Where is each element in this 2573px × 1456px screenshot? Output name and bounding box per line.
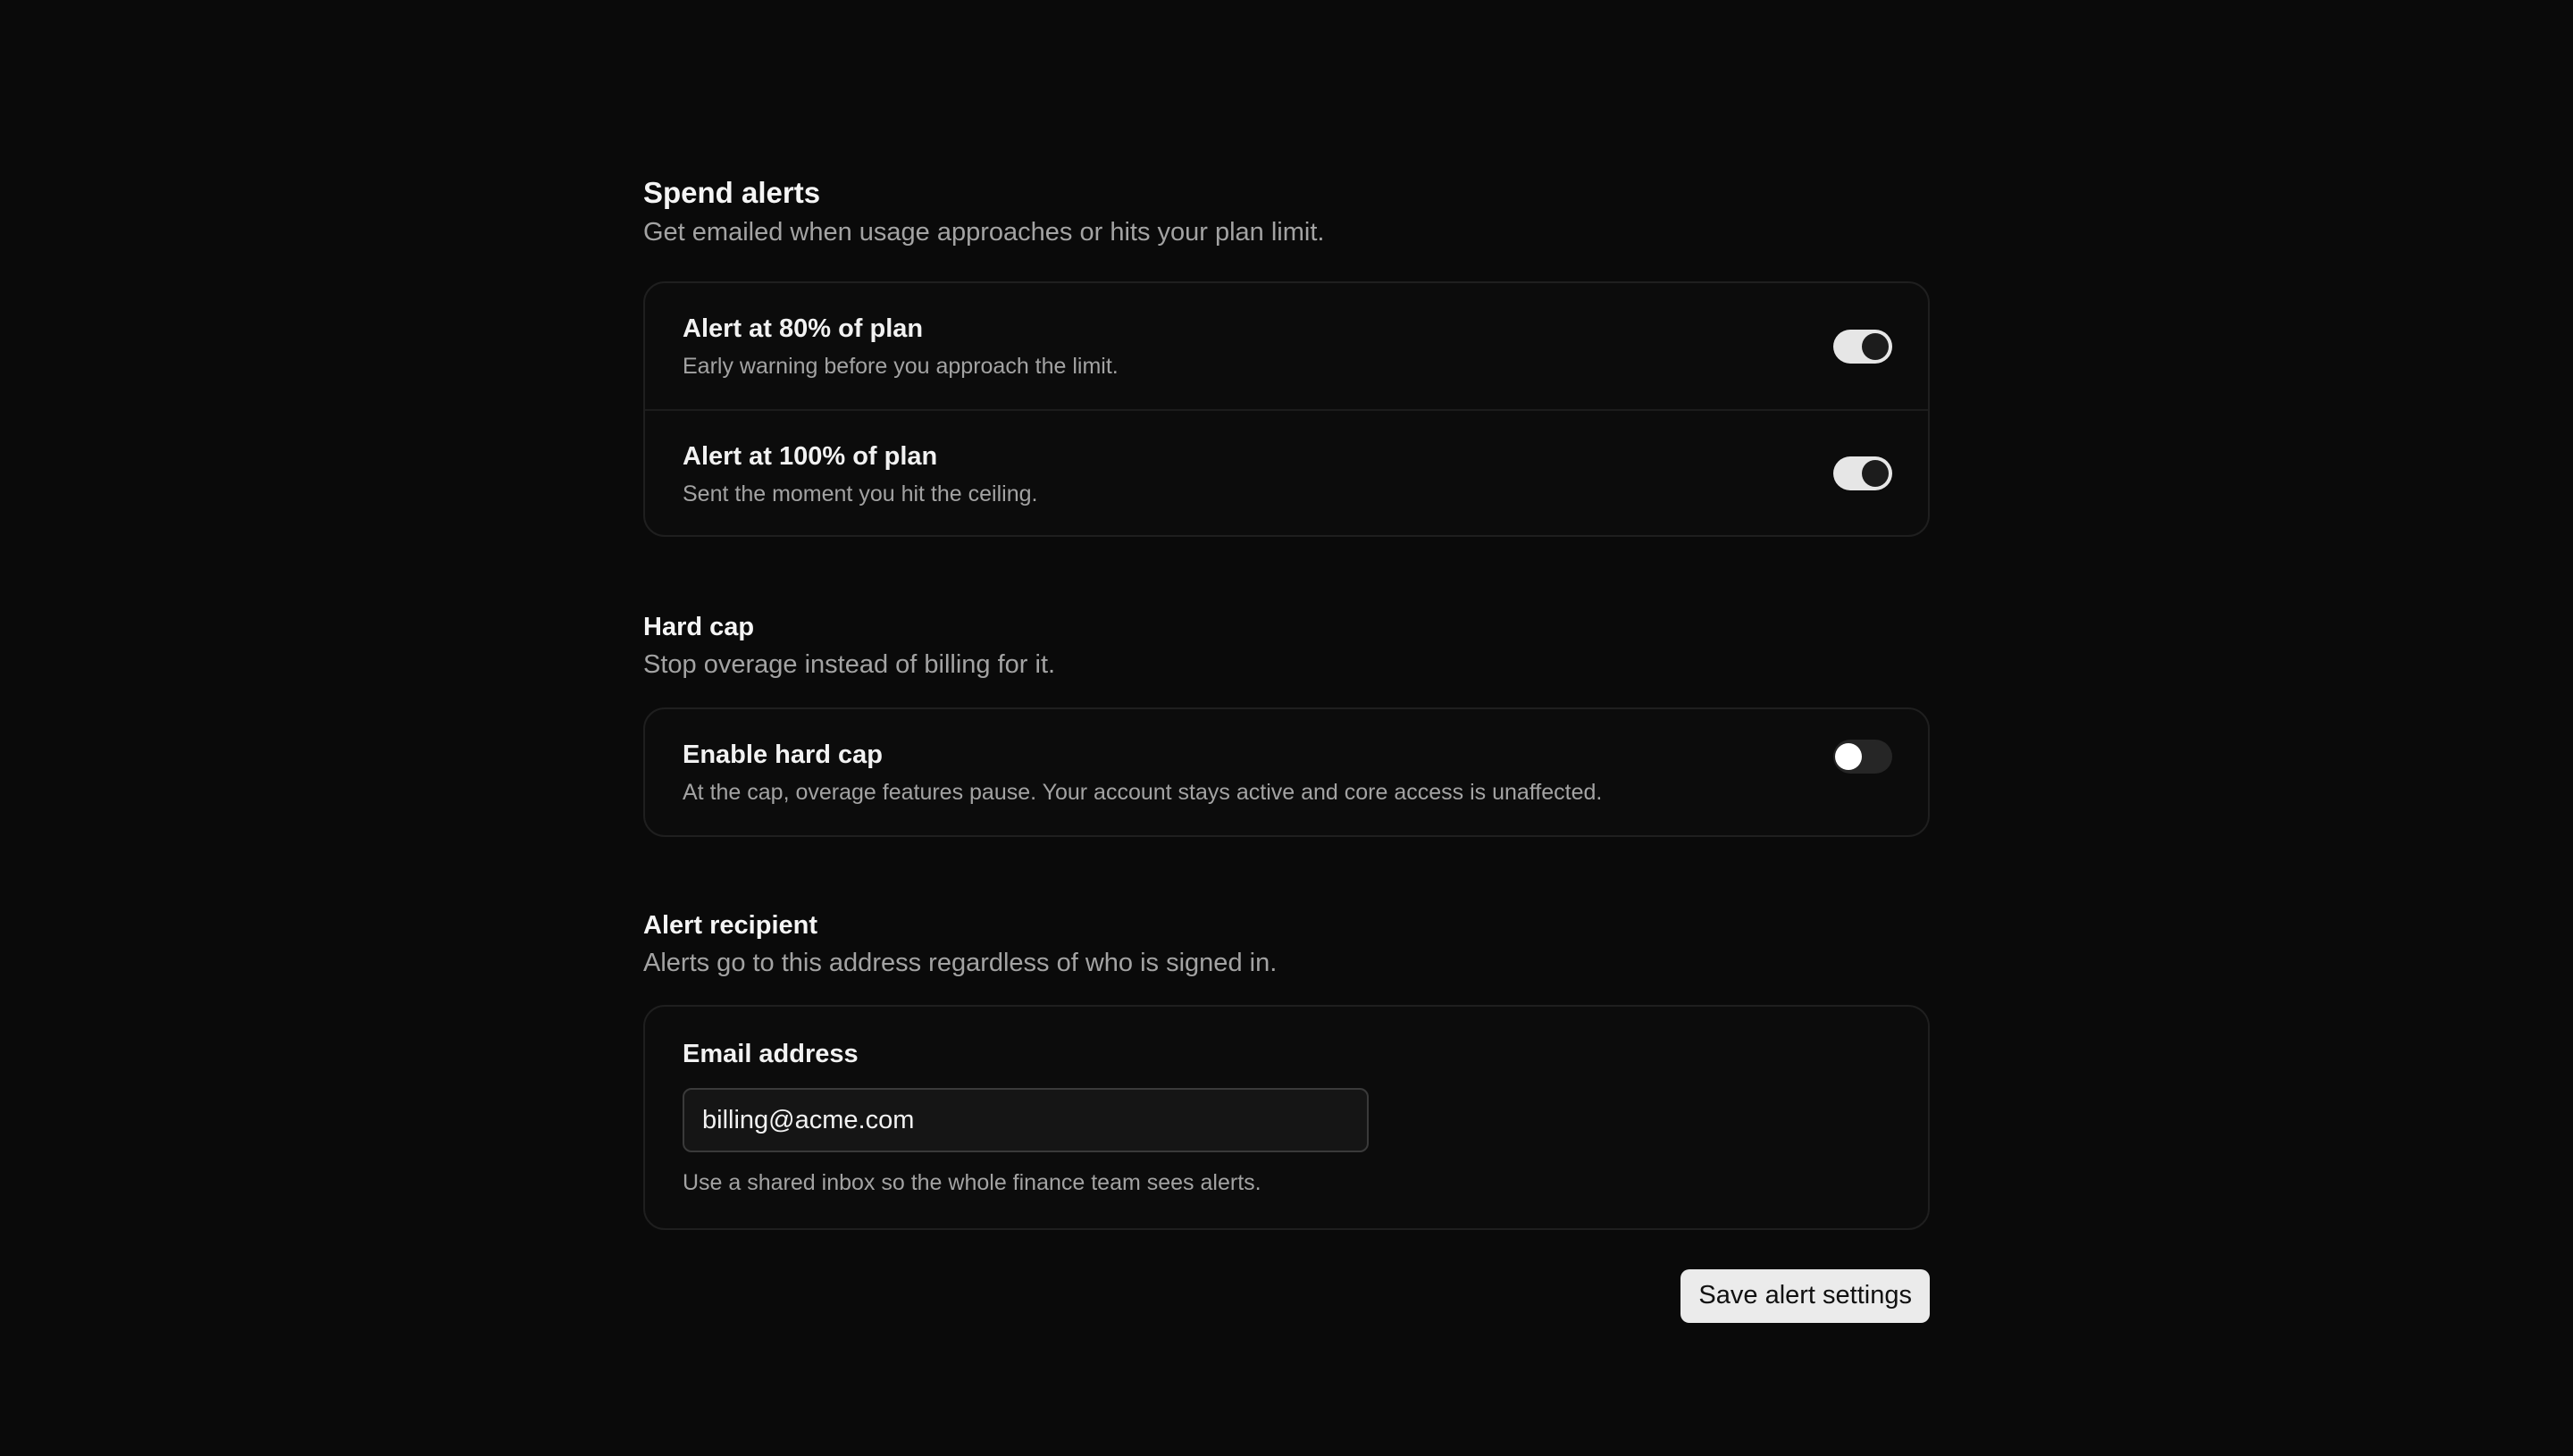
spend-alerts-title: Spend alerts (643, 176, 821, 209)
hard-cap-row-title: Enable hard cap (683, 740, 884, 769)
hard-cap-row-description: At the cap, overage features pause. Your… (683, 779, 1603, 805)
alert-100-toggle[interactable] (1833, 456, 1892, 490)
save-alert-settings-button[interactable]: Save alert settings (1680, 1268, 1930, 1323)
hard-cap-section: Hard cap Stop overage instead of billing… (643, 612, 1930, 837)
alert-100-title: Alert at 100% of plan (683, 442, 938, 472)
email-hint: Use a shared inbox so the whole finance … (683, 1170, 1261, 1196)
email-label: Email address (683, 1040, 859, 1069)
spend-alerts-section: Spend alerts Get emailed when usage appr… (643, 175, 1930, 538)
email-field[interactable] (683, 1088, 1369, 1153)
hard-cap-row: Enable hard cap At the cap, overage feat… (645, 709, 1928, 835)
alert-recipient-card: Email address Use a shared inbox so the … (643, 1005, 1930, 1230)
page: Spend alerts Get emailed when usage appr… (0, 0, 2573, 1456)
toggle-knob (1862, 332, 1889, 360)
actions-bar: Save alert settings (643, 1268, 1930, 1323)
settings-column: Spend alerts Get emailed when usage appr… (643, 175, 1930, 1323)
spend-alerts-card: Alert at 80% of plan Early warning befor… (643, 281, 1930, 538)
hard-cap-card: Enable hard cap At the cap, overage feat… (643, 707, 1930, 837)
alert-100-description: Sent the moment you hit the ceiling. (683, 481, 1038, 507)
hard-cap-toggle[interactable] (1833, 739, 1892, 774)
toggle-knob (1835, 742, 1862, 770)
hard-cap-title: Hard cap (643, 613, 755, 642)
alert-100-row: Alert at 100% of plan Sent the moment yo… (645, 409, 1928, 535)
alert-80-row: Alert at 80% of plan Early warning befor… (645, 283, 1928, 409)
spend-alerts-description: Get emailed when usage approaches or hit… (643, 217, 1325, 247)
alert-80-toggle[interactable] (1833, 329, 1892, 364)
hard-cap-description: Stop overage instead of billing for it. (643, 650, 1056, 680)
alert-80-description: Early warning before you approach the li… (683, 354, 1119, 380)
alert-recipient-section: Alert recipient Alerts go to this addres… (643, 910, 1930, 1230)
toggle-knob (1862, 459, 1889, 487)
alert-recipient-description: Alerts go to this address regardless of … (643, 948, 1278, 977)
alert-recipient-title: Alert recipient (643, 910, 817, 940)
alert-80-title: Alert at 80% of plan (683, 314, 924, 344)
